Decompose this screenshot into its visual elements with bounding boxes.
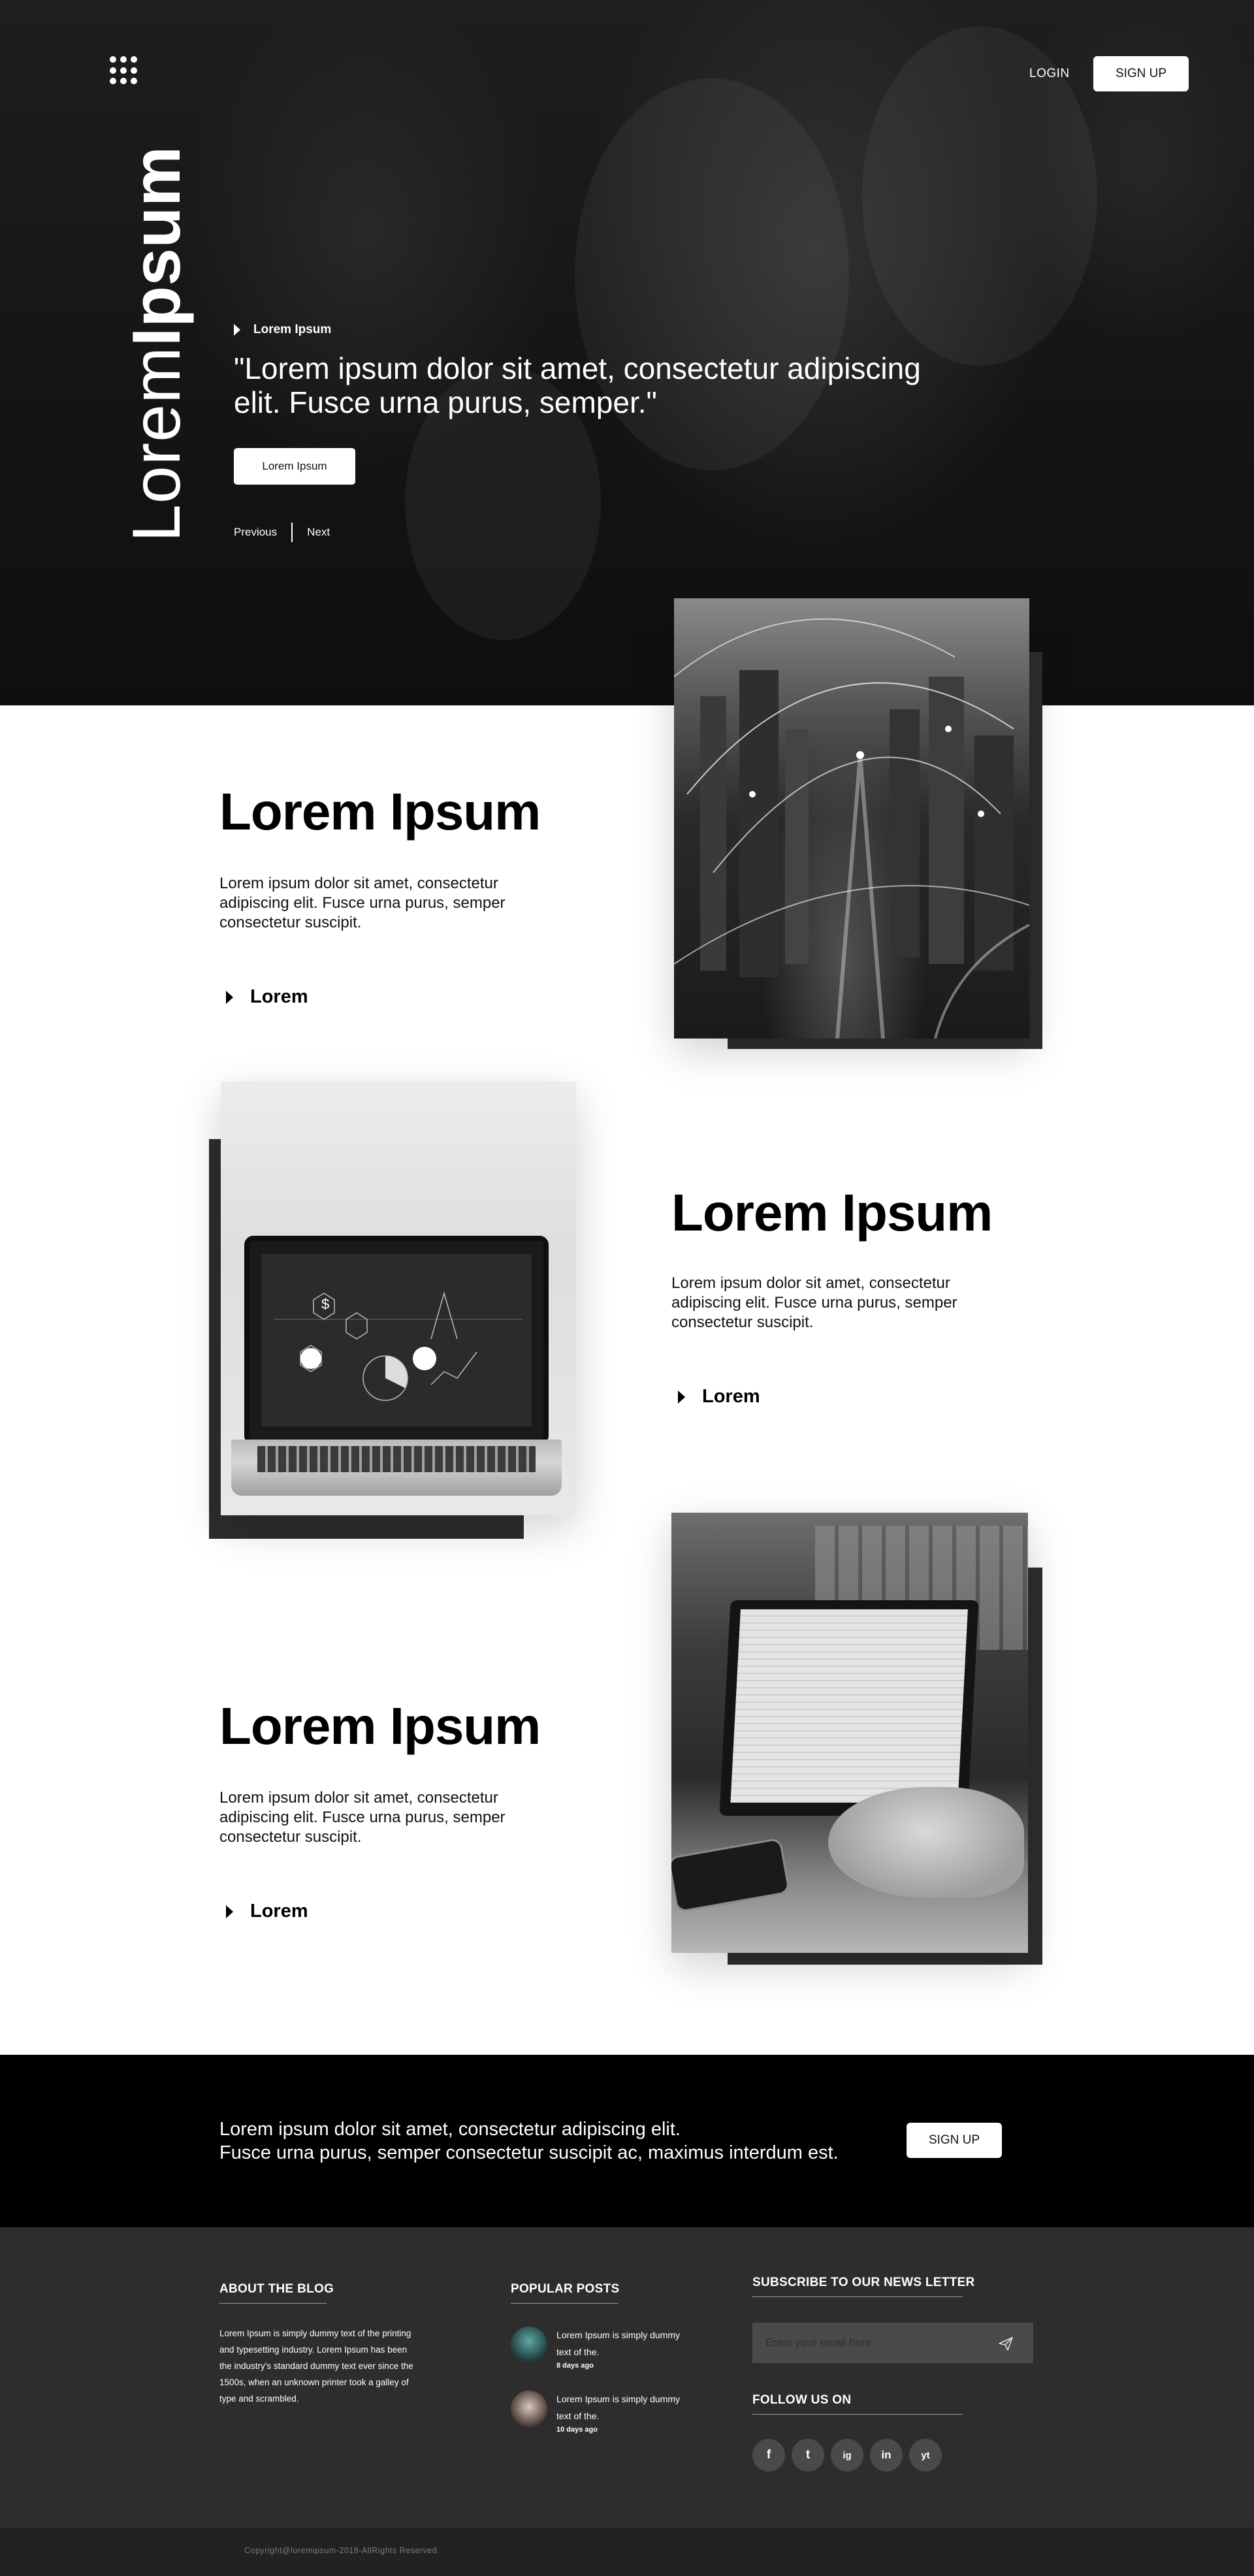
laptop-analytics-image: $ xyxy=(221,1082,576,1515)
cta-text: Lorem ipsum dolor sit amet, consectetur … xyxy=(219,2117,873,2165)
feature-2-link-label: Lorem xyxy=(702,1386,760,1407)
laptop-display: $ xyxy=(261,1254,532,1426)
brand-light-text: Lorem xyxy=(119,346,195,542)
play-arrow-icon xyxy=(226,990,233,1004)
hero-slider-nav: Previous Next xyxy=(234,523,330,542)
email-inbox-display xyxy=(730,1609,968,1803)
feature-3-link[interactable]: Lorem xyxy=(226,1901,308,1922)
newsletter-heading: SUBSCRIBE TO OUR NEWS LETTER xyxy=(752,2276,975,2289)
hero-quote: "Lorem ipsum dolor sit amet, consectetur… xyxy=(234,351,921,419)
feature-3-link-label: Lorem xyxy=(250,1901,308,1922)
grid-menu-icon[interactable] xyxy=(110,56,138,85)
laptop-email-image xyxy=(671,1513,1028,1953)
post-date: 10 days ago xyxy=(556,2426,598,2434)
cta-line-2: Fusce urna purus, semper consectetur sus… xyxy=(219,2142,839,2163)
post-title: Lorem Ipsum is simply dummy text of the. xyxy=(556,2394,681,2421)
signup-button[interactable]: SIGN UP xyxy=(1093,56,1189,91)
footer: ABOUT THE BLOG Lorem Ipsum is simply dum… xyxy=(0,2227,1254,2528)
cta-band: Lorem ipsum dolor sit amet, consectetur … xyxy=(0,2055,1254,2227)
popular-posts-heading: POPULAR POSTS xyxy=(511,2282,620,2296)
hero-section: LoremIpsum LOGIN SIGN UP Lorem Ipsum "Lo… xyxy=(0,0,1254,705)
about-heading-rule xyxy=(219,2303,327,2304)
hero-eyebrow: Lorem Ipsum xyxy=(234,323,331,337)
next-button[interactable]: Next xyxy=(307,526,330,539)
social-links: f t ig in yt xyxy=(752,2439,948,2471)
feature-3-text: Lorem ipsum dolor sit amet, consectetur … xyxy=(219,1789,506,1846)
youtube-icon[interactable]: yt xyxy=(909,2439,942,2471)
follow-heading: FOLLOW US ON xyxy=(752,2393,852,2407)
play-arrow-icon xyxy=(226,1905,233,1918)
laptop-keyboard xyxy=(231,1440,562,1496)
feature-1-link-label: Lorem xyxy=(250,986,308,1007)
popular-post-item[interactable]: Lorem Ipsum is simply dummy text of the.… xyxy=(511,2391,694,2434)
hero-cta-button[interactable]: Lorem Ipsum xyxy=(234,448,355,485)
feature-1-text: Lorem ipsum dolor sit amet, consectetur … xyxy=(219,875,506,931)
dashboard-graphic: $ xyxy=(274,1291,522,1401)
hero-eyebrow-label: Lorem Ipsum xyxy=(253,323,332,336)
feature-2-text: Lorem ipsum dolor sit amet, consectetur … xyxy=(671,1274,957,1331)
linkedin-icon[interactable]: in xyxy=(870,2439,903,2471)
login-link[interactable]: LOGIN xyxy=(1029,67,1070,81)
feature-2-title: Lorem Ipsum xyxy=(671,1183,993,1242)
city-network-image xyxy=(674,598,1029,1038)
popular-post-item[interactable]: Lorem Ipsum is simply dummy text of the.… xyxy=(511,2326,694,2370)
post-date: 8 days ago xyxy=(556,2362,594,2370)
about-heading: ABOUT THE BLOG xyxy=(219,2282,334,2296)
cta-line-1: Lorem ipsum dolor sit amet, consectetur … xyxy=(219,2119,681,2140)
feature-2-link[interactable]: Lorem xyxy=(678,1386,760,1408)
post-thumbnail xyxy=(511,2326,547,2363)
newsletter-heading-rule xyxy=(752,2296,963,2297)
copyright-bar: Copyright@loremipsum-2018-AllRights Rese… xyxy=(0,2528,1254,2576)
follow-heading-rule xyxy=(752,2414,963,2415)
svg-text:$: $ xyxy=(321,1296,329,1312)
previous-button[interactable]: Previous xyxy=(234,526,277,539)
play-arrow-icon xyxy=(678,1390,685,1404)
feature-1-link[interactable]: Lorem xyxy=(226,986,308,1008)
cta-signup-button[interactable]: SIGN UP xyxy=(907,2123,1002,2158)
facebook-icon[interactable]: f xyxy=(752,2439,785,2471)
typing-hand xyxy=(828,1787,1024,1898)
popular-heading-rule xyxy=(511,2303,618,2304)
instagram-icon[interactable]: ig xyxy=(831,2439,863,2471)
brand-logo: LoremIpsum xyxy=(78,118,195,542)
city-network-graphic xyxy=(674,618,1029,1038)
laptop-screen xyxy=(719,1600,979,1816)
post-thumbnail xyxy=(511,2391,547,2427)
brand-bold-text: Ipsum xyxy=(119,146,195,347)
twitter-icon[interactable]: t xyxy=(792,2439,824,2471)
nav-divider xyxy=(291,523,293,542)
paper-plane-icon[interactable] xyxy=(998,2336,1014,2351)
feature-1-title: Lorem Ipsum xyxy=(219,782,541,841)
feature-3-title: Lorem Ipsum xyxy=(219,1697,541,1755)
play-arrow-icon xyxy=(234,324,240,336)
about-text: Lorem Ipsum is simply dummy text of the … xyxy=(219,2328,413,2404)
smartphone xyxy=(671,1837,791,1913)
email-input[interactable] xyxy=(752,2323,1033,2363)
post-title: Lorem Ipsum is simply dummy text of the. xyxy=(556,2330,681,2357)
copyright-text: Copyright@loremipsum-2018-AllRights Rese… xyxy=(244,2546,440,2555)
laptop-screen: $ xyxy=(244,1236,549,1445)
